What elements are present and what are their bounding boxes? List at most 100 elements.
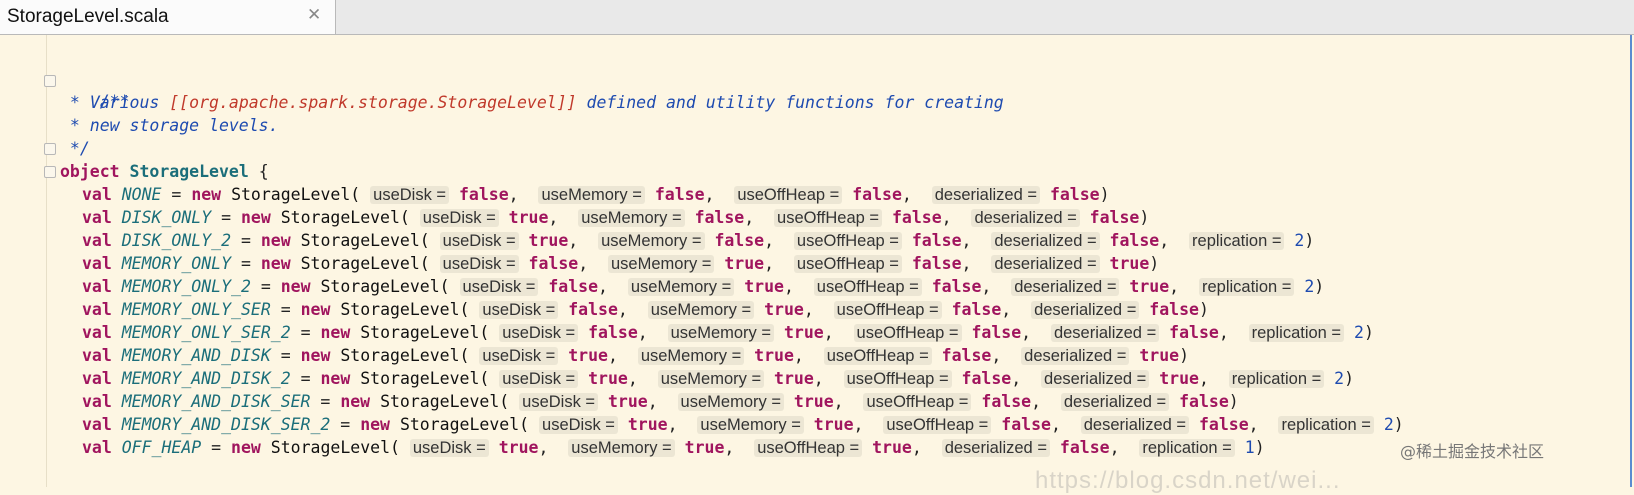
param-hint: useOffHeap = [853, 324, 962, 342]
level-name[interactable]: MEMORY_AND_DISK_SER [122, 392, 311, 411]
param-value: 2 [1383, 415, 1394, 434]
level-name[interactable]: DISK_ONLY_2 [122, 231, 231, 250]
param-hint: useMemory = [647, 301, 755, 319]
type-name[interactable]: StorageLevel( [231, 185, 360, 204]
level-name[interactable]: MEMORY_AND_DISK [122, 346, 271, 365]
param-value: false [654, 185, 705, 204]
close-icon[interactable]: ✕ [307, 5, 321, 25]
code-line-storage-level: val MEMORY_ONLY_SER_2 = new StorageLevel… [82, 323, 1374, 342]
param-value: false [971, 323, 1022, 342]
param-hint: useDisk = [409, 439, 489, 457]
keyword: new [231, 438, 261, 457]
param-hint: useDisk = [419, 209, 499, 227]
param-value: false [1049, 185, 1100, 204]
editor-right-edge [1630, 35, 1632, 487]
param-hint: deserialized = [991, 232, 1100, 250]
code-line-storage-level: val MEMORY_ONLY_SER = new StorageLevel( … [82, 300, 1209, 319]
param-value: 2 [1294, 231, 1305, 250]
param-hint: deserialized = [1011, 278, 1120, 296]
param-hint: useMemory = [627, 278, 735, 296]
param-value: false [548, 277, 599, 296]
code-line-storage-level: val MEMORY_AND_DISK_SER = new StorageLev… [82, 392, 1239, 411]
level-name[interactable]: MEMORY_ONLY_SER_2 [122, 323, 291, 342]
param-value: false [1149, 300, 1199, 319]
type-name[interactable]: StorageLevel( [301, 254, 430, 273]
type-name[interactable]: StorageLevel( [360, 369, 489, 388]
doc-link[interactable]: [[org.apache.spark.storage.StorageLevel]… [169, 93, 576, 112]
level-name[interactable]: MEMORY_ONLY_2 [122, 277, 251, 296]
param-value: false [1059, 438, 1110, 457]
param-value: true [724, 254, 765, 273]
object-name[interactable]: StorageLevel [130, 162, 249, 181]
param-hint: deserialized = [941, 439, 1050, 457]
code-line-storage-level: val MEMORY_AND_DISK_SER_2 = new StorageL… [82, 415, 1404, 434]
type-name[interactable]: StorageLevel( [340, 300, 469, 319]
level-name[interactable]: MEMORY_ONLY_SER [122, 300, 271, 319]
level-name[interactable]: NONE [122, 185, 162, 204]
type-name[interactable]: StorageLevel( [271, 438, 400, 457]
param-value: true [528, 231, 569, 250]
param-value: true [508, 208, 549, 227]
param-hint: replication = [1139, 439, 1235, 457]
fold-marker-icon[interactable] [44, 166, 56, 178]
param-hint: useMemory = [637, 347, 745, 365]
level-name[interactable]: OFF_HEAP [122, 438, 201, 457]
level-name[interactable]: DISK_ONLY [122, 208, 211, 227]
param-value: true [754, 346, 794, 365]
code-line-storage-level: val NONE = new StorageLevel( useDisk = f… [82, 185, 1110, 204]
code-editor[interactable]: /** * Various [[org.apache.spark.storage… [0, 35, 1634, 494]
level-name[interactable]: MEMORY_AND_DISK_SER_2 [122, 415, 331, 434]
fold-marker-icon[interactable] [44, 75, 56, 87]
param-hint: useMemory = [697, 416, 804, 434]
param-value: false [961, 369, 1012, 388]
keyword: val [82, 392, 112, 411]
code-line-doc-open: /** [60, 67, 130, 111]
fold-marker-icon[interactable] [44, 143, 56, 155]
param-hint: replication = [1198, 278, 1295, 296]
param-hint: useMemory = [657, 370, 765, 388]
param-value: 2 [1354, 323, 1364, 342]
param-hint: deserialized = [991, 255, 1100, 273]
type-name[interactable]: StorageLevel( [380, 392, 509, 411]
param-hint: useOffHeap = [833, 301, 942, 319]
param-value: false [1198, 415, 1249, 434]
watermark-text: @稀土掘金技术社区 [1400, 442, 1545, 461]
param-value: true [813, 415, 854, 434]
keyword: val [82, 369, 112, 388]
tab-storagelevel-scala[interactable]: StorageLevel.scala ✕ [0, 0, 336, 34]
param-hint: useOffHeap = [883, 416, 992, 434]
keyword: new [340, 392, 371, 411]
param-hint: useOffHeap = [793, 255, 902, 273]
param-value: 2 [1334, 369, 1345, 388]
param-value: true [1129, 277, 1170, 296]
param-value: false [568, 300, 618, 319]
level-name[interactable]: MEMORY_AND_DISK_2 [122, 369, 291, 388]
level-name[interactable]: MEMORY_ONLY [122, 254, 231, 273]
type-name[interactable]: StorageLevel( [281, 208, 410, 227]
param-hint: useDisk = [439, 255, 519, 273]
param-hint: useDisk = [459, 278, 539, 296]
type-name[interactable]: StorageLevel( [360, 323, 489, 342]
type-name[interactable]: StorageLevel( [400, 415, 529, 434]
param-hint: deserialized = [971, 209, 1080, 227]
type-name[interactable]: StorageLevel( [320, 277, 449, 296]
param-hint: useOffHeap = [823, 347, 932, 365]
type-name[interactable]: StorageLevel( [340, 346, 469, 365]
param-value: true [498, 438, 539, 457]
code-line-storage-level: val MEMORY_AND_DISK = new StorageLevel( … [82, 346, 1190, 365]
keyword: new [260, 231, 291, 250]
code-line-storage-level: val DISK_ONLY = new StorageLevel( useDis… [82, 208, 1150, 227]
keyword: new [300, 346, 331, 365]
code-line-storage-level: val DISK_ONLY_2 = new StorageLevel( useD… [82, 231, 1315, 250]
param-hint: useMemory = [538, 186, 645, 204]
param-value: 2 [1304, 277, 1315, 296]
keyword: new [191, 185, 222, 204]
param-hint: replication = [1189, 232, 1285, 250]
param-value: true [872, 438, 912, 457]
param-value: false [714, 231, 765, 250]
code-line-doc-close: */ [60, 137, 90, 160]
param-hint: deserialized = [931, 186, 1040, 204]
param-value: false [458, 185, 509, 204]
comment-text: */ [60, 139, 90, 158]
type-name[interactable]: StorageLevel( [301, 231, 430, 250]
